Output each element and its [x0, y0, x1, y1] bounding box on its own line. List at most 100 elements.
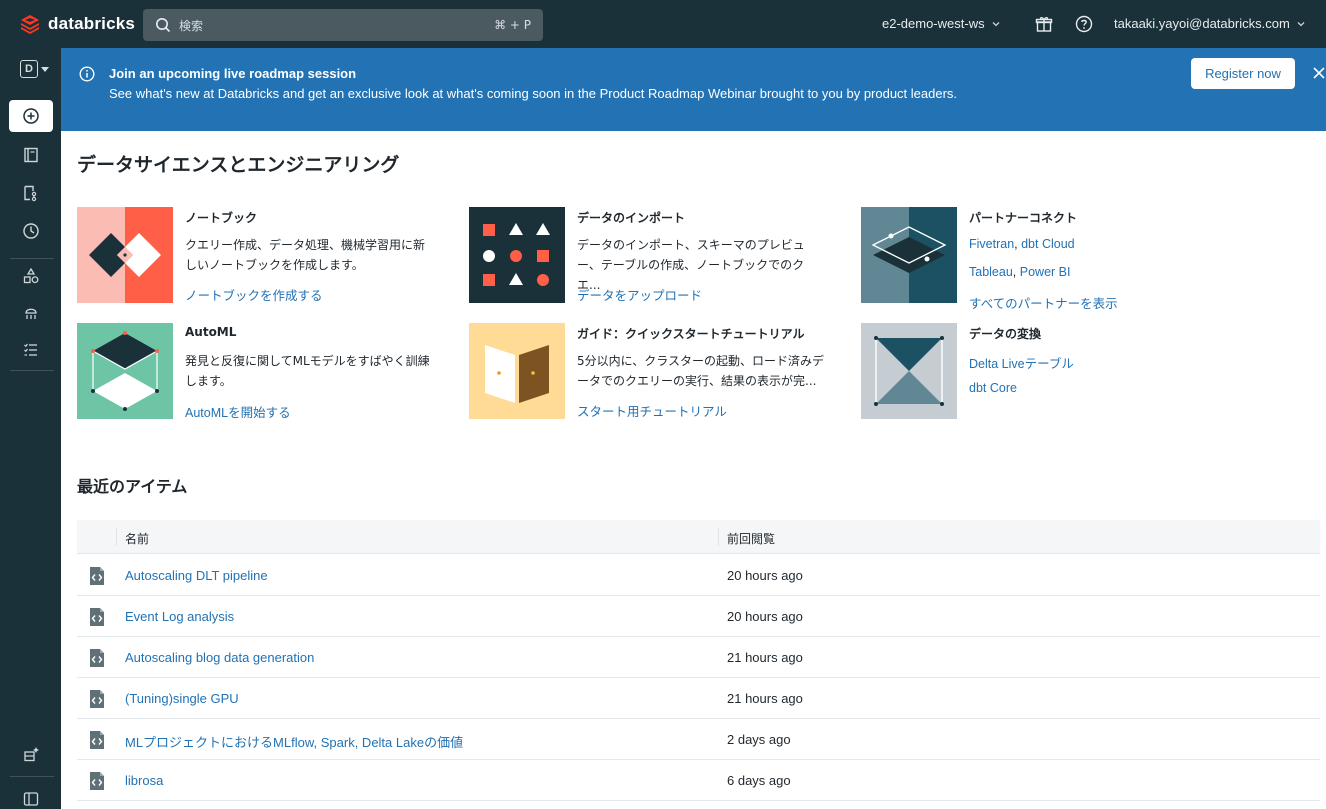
table-row[interactable]: Event Log analysis 20 hours ago [77, 596, 1320, 637]
banner-title: Join an upcoming live roadmap session [109, 66, 357, 81]
delta-live-tables-link[interactable]: Delta Liveテーブル [969, 353, 1074, 372]
item-last-viewed: 20 hours ago [727, 568, 803, 583]
notebook-file-icon [90, 690, 104, 708]
dbt-core-link[interactable]: dbt Core [969, 381, 1017, 395]
page-title: データサイエンスとエンジニアリング [77, 154, 400, 176]
power-bi-link[interactable]: Power BI [1020, 265, 1071, 279]
card-quickstart: ガイド：クイックスタートチュートリアル 5分以内に、クラスターの起動、ロード済み… [469, 323, 839, 423]
column-divider [718, 528, 719, 546]
card-description: 発見と反復に関してMLモデルをすばやく訓練します。 [185, 354, 430, 388]
databricks-logo-icon [21, 15, 39, 34]
register-now-button[interactable]: Register now [1191, 58, 1295, 89]
compute-icon[interactable] [9, 297, 53, 329]
search-input[interactable]: 検索 ⌘ + P [143, 9, 543, 41]
sidebar-divider [10, 370, 54, 371]
item-name-link[interactable]: librosa [125, 773, 163, 788]
notebook-illustration [77, 207, 173, 303]
item-last-viewed: 6 days ago [727, 773, 791, 788]
start-automl-link[interactable]: AutoMLを開始する [185, 402, 291, 421]
column-header-name[interactable]: 名前 [125, 530, 149, 547]
column-header-last-viewed[interactable]: 前回閲覧 [727, 530, 775, 547]
card-title: データの変換 [969, 327, 1042, 341]
search-placeholder: 検索 [179, 18, 204, 33]
sidebar: D [0, 48, 61, 809]
card-notebook: ノートブック クエリー作成、データ処理、機械学習用に新しいノートブックを作成しま… [77, 207, 447, 307]
item-last-viewed: 21 hours ago [727, 650, 803, 665]
chevron-down-icon [992, 21, 1000, 26]
banner-description: See what's new at Databricks and get an … [109, 86, 958, 101]
card-title: ノートブック [185, 211, 258, 225]
sidebar-divider [10, 258, 54, 259]
close-icon[interactable] [1311, 65, 1326, 81]
item-name-link[interactable]: Autoscaling blog data generation [125, 650, 314, 665]
workspace-selector[interactable]: D [20, 60, 49, 78]
item-name-link[interactable]: Autoscaling DLT pipeline [125, 568, 268, 583]
notebook-file-icon [90, 567, 104, 585]
help-icon[interactable] [1075, 15, 1093, 37]
upload-data-link[interactable]: データをアップロード [577, 285, 702, 304]
collapse-sidebar-icon[interactable] [9, 783, 53, 809]
item-name-link[interactable]: MLプロジェクトにおけるMLflow, Spark, Delta Lakeの価値 [125, 732, 463, 751]
table-row[interactable]: Autoscaling blog data generation 21 hour… [77, 637, 1320, 678]
automl-illustration [77, 323, 173, 419]
search-shortcut: ⌘ + P [494, 18, 531, 32]
start-tutorial-link[interactable]: スタート用チュートリアル [577, 401, 727, 420]
item-last-viewed: 20 hours ago [727, 609, 803, 624]
item-name-link[interactable]: Event Log analysis [125, 609, 234, 624]
notebook-file-icon [90, 772, 104, 790]
databricks-logo[interactable]: databricks [20, 14, 135, 34]
card-title: AutoML [185, 325, 237, 339]
data-import-illustration [469, 207, 565, 303]
workspace-name: e2-demo-west-ws [882, 16, 985, 31]
caret-down-icon [41, 66, 49, 72]
brand-name: databricks [48, 14, 136, 33]
sidebar-divider [10, 776, 54, 777]
repos-icon[interactable] [9, 177, 53, 209]
data-icon[interactable] [9, 260, 53, 292]
marketplace-icon[interactable] [9, 738, 53, 770]
table-row[interactable]: Autoscaling DLT pipeline 20 hours ago [77, 555, 1320, 596]
dbt-cloud-link[interactable]: dbt Cloud [1021, 237, 1075, 251]
item-last-viewed: 2 days ago [727, 732, 791, 747]
roadmap-banner: Join an upcoming live roadmap session Se… [61, 48, 1326, 131]
card-description: クエリー作成、データ処理、機械学習用に新しいノートブックを作成します。 [185, 238, 426, 272]
notebook-file-icon [90, 649, 104, 667]
table-header: 名前 前回閲覧 [77, 520, 1320, 554]
card-data-transform: データの変換 Delta Liveテーブル dbt Core [861, 323, 1231, 423]
top-bar: databricks 検索 ⌘ + P e2-demo-west-ws taka… [0, 0, 1326, 48]
card-partner-connect: パートナーコネクト Fivetran, dbt Cloud Tableau, P… [861, 207, 1231, 311]
gift-icon[interactable] [1035, 15, 1053, 37]
data-transform-illustration [861, 323, 957, 419]
card-title: データのインポート [577, 211, 686, 225]
user-menu[interactable]: takaaki.yayoi@databricks.com [1114, 16, 1306, 31]
card-automl: AutoML 発見と反復に関してMLモデルをすばやく訓練します。 AutoMLを… [77, 323, 447, 423]
quickstart-illustration [469, 323, 565, 419]
tableau-link[interactable]: Tableau [969, 265, 1013, 279]
workspace-switcher[interactable]: e2-demo-west-ws [882, 16, 1001, 31]
all-partners-link[interactable]: すべてのパートナーを表示 [969, 293, 1118, 312]
card-description: 5分以内に、クラスターの起動、ロード済みデータでのクエリーの実行、結果の表示が完… [577, 354, 825, 388]
info-icon [79, 66, 95, 82]
card-data-import: データのインポート データのインポート、スキーマのプレビュー、テーブルの作成、ノ… [469, 207, 839, 307]
partner-connect-illustration [861, 207, 957, 303]
recent-items-heading: 最近のアイテム [77, 477, 188, 496]
workspace-letter: D [20, 60, 38, 78]
item-name-link[interactable]: (Tuning)single GPU [125, 691, 239, 706]
column-divider [116, 528, 117, 546]
table-row[interactable]: librosa 6 days ago [77, 760, 1320, 801]
user-email: takaaki.yayoi@databricks.com [1114, 16, 1290, 31]
search-icon [156, 18, 171, 33]
chevron-down-icon [1297, 21, 1305, 26]
new-icon[interactable] [9, 100, 53, 132]
notebook-file-icon [90, 608, 104, 626]
table-row[interactable]: (Tuning)single GPU 21 hours ago [77, 678, 1320, 719]
card-title: ガイド：クイックスタートチュートリアル [577, 327, 805, 341]
item-last-viewed: 21 hours ago [727, 691, 803, 706]
workspace-icon[interactable] [9, 139, 53, 171]
table-row[interactable]: MLプロジェクトにおけるMLflow, Spark, Delta Lakeの価値… [77, 719, 1320, 760]
create-notebook-link[interactable]: ノートブックを作成する [185, 285, 323, 304]
recents-icon[interactable] [9, 215, 53, 247]
notebook-file-icon [90, 731, 104, 749]
fivetran-link[interactable]: Fivetran [969, 237, 1014, 251]
workflows-icon[interactable] [9, 334, 53, 366]
